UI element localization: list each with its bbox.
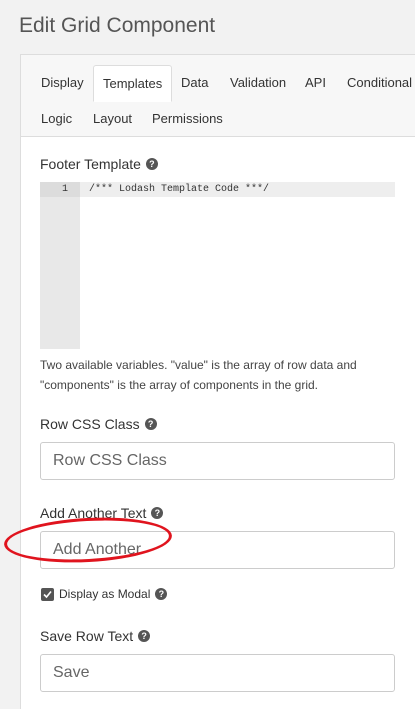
row-css-class-input[interactable] xyxy=(40,442,395,480)
page-title: Edit Grid Component xyxy=(19,14,216,37)
tab-templates[interactable]: Templates xyxy=(93,65,173,102)
tab-api[interactable]: API xyxy=(296,65,335,101)
checkmark-icon xyxy=(43,590,52,598)
editor-gutter xyxy=(40,182,80,349)
row-css-class-label: Row CSS Class ? xyxy=(40,416,157,432)
footer-template-label: Footer Template ? xyxy=(40,156,158,172)
help-icon[interactable]: ? xyxy=(151,507,164,519)
save-row-text-label-text: Save Row Text xyxy=(40,628,134,644)
display-as-modal-checkbox[interactable] xyxy=(41,587,54,601)
tab-display[interactable]: Display xyxy=(32,65,93,101)
line-number: 1 xyxy=(40,182,80,197)
display-as-modal-row[interactable]: Display as Modal ? xyxy=(41,587,168,601)
tab-data[interactable]: Data xyxy=(172,65,217,101)
code-editor[interactable]: 1 /*** Lodash Template Code ***/ xyxy=(40,182,395,349)
tab-logic[interactable]: Logic xyxy=(32,101,81,137)
tab-conditional[interactable]: Conditional xyxy=(338,65,415,101)
help-icon[interactable]: ? xyxy=(155,588,168,600)
tab-layout[interactable]: Layout xyxy=(84,101,141,137)
save-row-text-label: Save Row Text ? xyxy=(40,628,151,644)
tab-validation[interactable]: Validation xyxy=(221,65,295,101)
row-css-class-label-text: Row CSS Class xyxy=(40,416,140,432)
help-icon[interactable]: ? xyxy=(138,630,151,642)
save-row-text-input[interactable] xyxy=(40,654,395,692)
tab-bar: Display Templates Data Validation API Co… xyxy=(21,55,415,137)
footer-template-description: Two available variables. "value" is the … xyxy=(40,358,357,392)
edit-panel: Display Templates Data Validation API Co… xyxy=(20,54,415,709)
display-as-modal-label[interactable]: Display as Modal xyxy=(59,587,150,601)
help-icon[interactable]: ? xyxy=(145,158,158,170)
code-line[interactable]: /*** Lodash Template Code ***/ xyxy=(80,182,395,197)
help-icon[interactable]: ? xyxy=(144,418,157,430)
footer-template-label-text: Footer Template xyxy=(40,156,141,172)
tab-permissions[interactable]: Permissions xyxy=(143,101,232,137)
